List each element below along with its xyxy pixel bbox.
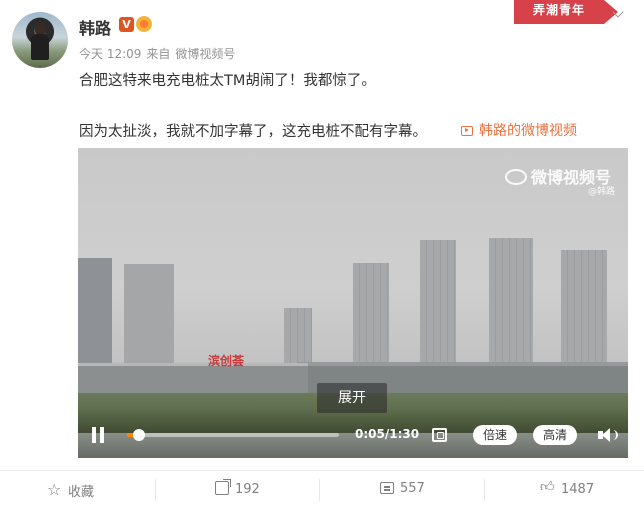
verified-badge-icon: V [119,17,134,32]
post-text-line-1: 合肥这特来电充电桩太TM胡闹了！我都惊了。 [79,73,376,89]
action-bar: 收藏 192 557 1487 [0,470,644,508]
medal-icon [136,16,152,32]
comment-count: 557 [400,481,425,496]
like-button[interactable]: 1487 [540,478,595,497]
divider [319,479,320,501]
post-meta: 今天 12:09 来自 微博视频号 [79,45,240,62]
share-icon [215,479,231,495]
watermark-author: @韩路 [588,187,616,197]
building [353,263,389,378]
progress-track[interactable] [127,433,339,437]
video-icon [461,126,473,136]
video-link[interactable]: 韩路的微博视频 [461,120,577,140]
favorite-button[interactable]: 收藏 [47,480,95,500]
building-sign: 滨创荟 [208,354,245,368]
post-text-line-2: 因为太扯淡，我就不加字幕了，这充电桩不配有字幕。 [79,124,427,140]
favorite-label: 收藏 [68,485,95,500]
star-icon [47,480,62,499]
post-time[interactable]: 今天 12:09 [79,47,141,61]
video-time: 0:05/1:30 [355,427,420,441]
building [561,250,607,378]
video-link-label: 韩路的微博视频 [479,123,577,139]
post-source[interactable]: 微博视频号 [175,47,235,61]
comment-icon [380,482,394,494]
building [489,238,533,378]
progress-knob[interactable] [132,429,145,441]
avatar-body [31,34,49,60]
ribbon-badge: 弄潮青年 [514,0,618,24]
speed-button[interactable]: 倍速 [473,425,518,445]
divider [155,479,156,501]
pause-icon[interactable] [91,427,105,443]
like-count: 1487 [561,482,595,497]
avatar[interactable] [12,12,68,68]
username[interactable]: 韩路 [79,15,111,39]
weibo-logo-icon [505,169,527,185]
comment-button[interactable]: 557 [380,481,425,496]
quality-button[interactable]: 高清 [533,425,578,445]
building [420,240,456,378]
fullscreen-icon[interactable] [432,428,447,442]
volume-wave [612,430,618,440]
source-prefix: 来自 [146,47,171,61]
divider [484,479,485,501]
building [78,258,112,378]
volume-icon[interactable] [598,428,618,442]
video-player[interactable]: 滨创荟 微博视频号 @韩路 展开 0:05/1:30 倍速 高清 [78,148,628,458]
building [124,264,174,378]
share-count: 192 [235,482,260,497]
share-button[interactable]: 192 [215,479,260,497]
like-icon [540,478,555,495]
